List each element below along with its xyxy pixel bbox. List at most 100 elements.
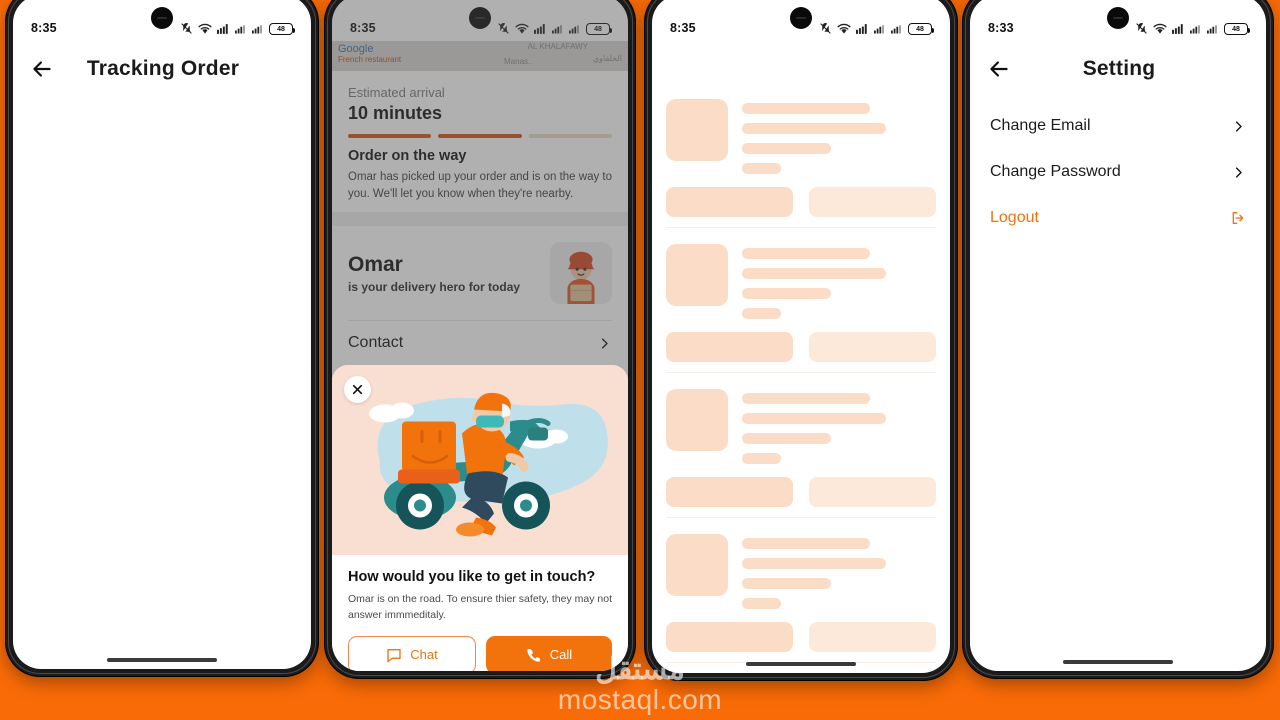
setting-label: Change Email — [990, 117, 1091, 134]
bell-off-icon — [498, 23, 509, 34]
map-fragment: French restaurant — [338, 55, 402, 64]
skeleton-button — [809, 477, 936, 507]
skeleton-button — [666, 477, 793, 507]
signal-icon — [534, 24, 545, 34]
signal-icon — [1190, 25, 1200, 34]
map-fragment: AL KHALAFAWY — [527, 42, 588, 51]
courier-card: Omar is your delivery hero for today — [332, 226, 628, 321]
progress-step-done — [348, 134, 432, 138]
sheet-actions: Chat Call — [348, 635, 612, 671]
chat-bubble-icon — [387, 648, 401, 663]
call-button-label: Call — [549, 647, 573, 663]
app-bar: Setting — [970, 41, 1266, 97]
skeleton-button — [809, 332, 936, 362]
camera-punch-hole — [1107, 7, 1129, 29]
skeleton-thumbnail — [666, 389, 728, 451]
skeleton-row — [666, 389, 936, 464]
sheet-description: Omar is on the road. To ensure thier saf… — [348, 593, 612, 622]
skeleton-row — [666, 534, 936, 609]
camera-punch-hole — [151, 7, 173, 29]
screen-order-on-the-way: 8:35 48 Google French restaurant Manas..… — [332, 0, 628, 671]
progress-step-done — [438, 134, 522, 138]
skeleton-line — [742, 308, 781, 319]
status-icons: 48 — [1135, 22, 1250, 35]
back-arrow-icon[interactable] — [29, 56, 55, 82]
contact-bottom-sheet: How would you like to get in touch? Omar… — [332, 365, 628, 671]
skeleton-button — [666, 622, 793, 652]
skeleton-lines — [742, 389, 936, 464]
status-time: 8:33 — [988, 21, 1014, 35]
signal-icon — [1207, 25, 1217, 34]
skeleton-item — [666, 518, 936, 663]
chat-button[interactable]: Chat — [348, 635, 476, 671]
skeleton-line — [742, 413, 886, 424]
battery-icon: 48 — [269, 23, 295, 35]
skeleton-line — [742, 393, 871, 404]
skeleton-buttons — [666, 332, 936, 362]
app-bar: Tracking Order — [13, 41, 311, 97]
wifi-icon — [1153, 23, 1167, 34]
phone-loading-skeleton: 8:35 48 — [645, 0, 957, 680]
home-indicator — [1063, 660, 1173, 664]
wifi-icon — [198, 23, 212, 34]
call-button[interactable]: Call — [486, 635, 612, 671]
screen-tracking-order: 8:35 48 Tracking Order H — [13, 0, 311, 669]
back-arrow-icon[interactable] — [986, 56, 1012, 82]
skeleton-line — [742, 598, 781, 609]
setting-row-change-email[interactable]: Change Email — [970, 103, 1266, 149]
setting-row-change-password[interactable]: Change Password — [970, 149, 1266, 195]
map-fragment: Manas.. — [504, 57, 533, 66]
camera-punch-hole — [469, 7, 491, 29]
courier-subtitle: is your delivery hero for today — [348, 279, 521, 294]
camera-punch-hole — [790, 7, 812, 29]
screen-setting: 8:33 48 Setting Change Email Change Pass… — [970, 0, 1266, 671]
chevron-right-icon — [1235, 166, 1242, 178]
skeleton-line — [742, 143, 832, 154]
status-icons: 48 — [180, 22, 295, 35]
sheet-body: How would you like to get in touch? Omar… — [332, 555, 628, 671]
status-icons: 48 — [497, 22, 612, 35]
phone-order-on-the-way: 8:35 48 Google French restaurant Manas..… — [325, 0, 635, 678]
battery-icon: 48 — [908, 23, 934, 35]
skeleton-buttons — [666, 187, 936, 217]
skeleton-line — [742, 103, 871, 114]
skeleton-line — [742, 288, 832, 299]
skeleton-list — [652, 41, 950, 673]
skeleton-line — [742, 578, 832, 589]
settings-list: Change Email Change Password Logout — [970, 97, 1266, 241]
section-divider — [332, 212, 628, 227]
screen-loading-skeleton: 8:35 48 — [652, 0, 950, 673]
home-indicator — [746, 662, 856, 666]
bell-off-icon — [820, 23, 831, 34]
status-time: 8:35 — [670, 21, 696, 35]
signal-icon — [891, 25, 901, 34]
map-strip[interactable]: Google French restaurant Manas.. AL KHAL… — [332, 41, 628, 71]
contact-row[interactable]: Contact — [348, 320, 612, 365]
contact-label: Contact — [348, 334, 404, 352]
skeleton-lines — [742, 534, 936, 609]
page-title: Setting — [1082, 57, 1156, 80]
skeleton-line — [742, 123, 886, 134]
wifi-icon — [837, 23, 851, 34]
skeleton-line — [742, 558, 886, 569]
wifi-icon — [515, 23, 529, 34]
scooter-courier-illustration — [369, 393, 608, 537]
setting-row-logout[interactable]: Logout — [970, 195, 1266, 241]
skeleton-buttons — [666, 477, 936, 507]
battery-icon: 48 — [586, 23, 612, 35]
skeleton-line — [742, 433, 832, 444]
status-icons: 48 — [819, 22, 934, 35]
battery-level: 48 — [1232, 25, 1240, 33]
status-bar: 8:35 48 — [652, 0, 950, 41]
skeleton-button — [666, 332, 793, 362]
skeleton-item — [666, 228, 936, 373]
status-time: 8:35 — [31, 21, 57, 35]
status-bar: 8:33 48 — [970, 0, 1266, 41]
status-time: 8:35 — [350, 21, 376, 35]
chevron-right-icon — [1235, 120, 1242, 132]
eta-label: Estimated arrival — [348, 85, 445, 100]
home-indicator — [107, 658, 217, 662]
skeleton-thumbnail — [666, 534, 728, 596]
map-fragment: الخلفاوي — [592, 54, 622, 63]
